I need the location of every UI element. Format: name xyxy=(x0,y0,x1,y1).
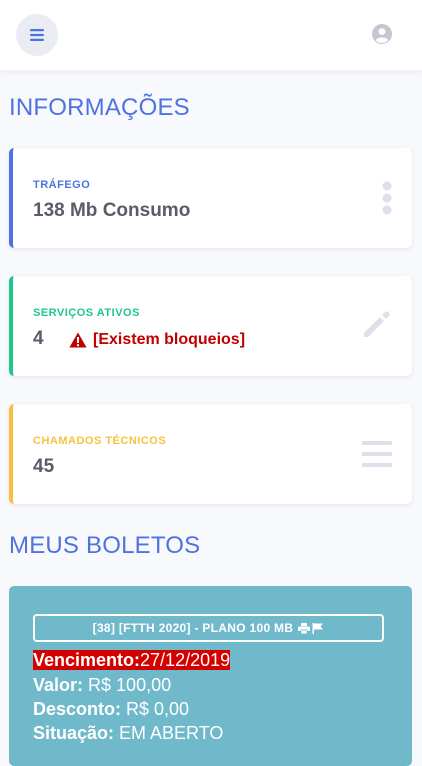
info-section-title: INFORMAÇÕES xyxy=(9,94,190,121)
top-bar xyxy=(0,0,422,70)
list-icon[interactable] xyxy=(362,441,392,467)
due-date-label: Vencimento: xyxy=(33,650,141,670)
status-label: Situação: xyxy=(33,723,115,743)
print-icon[interactable] xyxy=(298,622,311,634)
traffic-label: TRÁFEGO xyxy=(33,179,91,191)
user-circle-icon[interactable] xyxy=(372,24,392,44)
due-date-row: Vencimento:27/12/2019 xyxy=(33,650,231,671)
boletos-section-title: MEUS BOLETOS xyxy=(9,532,201,559)
traffic-card[interactable]: TRÁFEGO 138 Mb Consumo xyxy=(9,148,412,248)
amount-row: Valor: R$ 100,00 xyxy=(33,675,171,696)
menu-button[interactable] xyxy=(16,14,58,56)
discount-row: Desconto: R$ 0,00 xyxy=(33,699,189,720)
traffic-value: 138 Mb Consumo xyxy=(33,200,191,221)
technical-calls-label: CHAMADOS TÉCNICOS xyxy=(33,435,167,447)
warning-icon xyxy=(69,332,87,348)
vertical-dots-icon[interactable] xyxy=(382,181,392,215)
blocked-warning: [Existem bloqueios] xyxy=(69,331,245,349)
due-date-value: 27/12/2019 xyxy=(140,650,231,670)
boleto-card: [38] [FTTH 2020] - PLANO 100 MB Vencimen… xyxy=(9,586,412,766)
pencil-icon[interactable] xyxy=(360,309,392,341)
discount-value: R$ 0,00 xyxy=(121,699,190,719)
active-services-label: SERVIÇOS ATIVOS xyxy=(33,307,140,319)
plan-button[interactable]: [38] [FTTH 2020] - PLANO 100 MB xyxy=(33,614,384,642)
flag-icon[interactable] xyxy=(312,622,324,634)
blocked-warning-text: [Existem bloqueios] xyxy=(93,331,246,348)
amount-label: Valor: xyxy=(33,675,84,695)
active-services-value: 4 xyxy=(33,328,44,349)
discount-label: Desconto: xyxy=(33,699,122,719)
status-value: EM ABERTO xyxy=(114,723,224,743)
status-row: Situação: EM ABERTO xyxy=(33,723,223,744)
due-date-highlight: Vencimento:27/12/2019 xyxy=(33,650,231,670)
amount-value: R$ 100,00 xyxy=(83,675,172,695)
technical-calls-value: 45 xyxy=(33,456,55,477)
menu-icon xyxy=(30,29,44,41)
active-services-card[interactable]: SERVIÇOS ATIVOS 4 [Existem bloqueios] xyxy=(9,276,412,376)
plan-button-label: [38] [FTTH 2020] - PLANO 100 MB xyxy=(92,621,294,635)
technical-calls-card[interactable]: CHAMADOS TÉCNICOS 45 xyxy=(9,404,412,504)
